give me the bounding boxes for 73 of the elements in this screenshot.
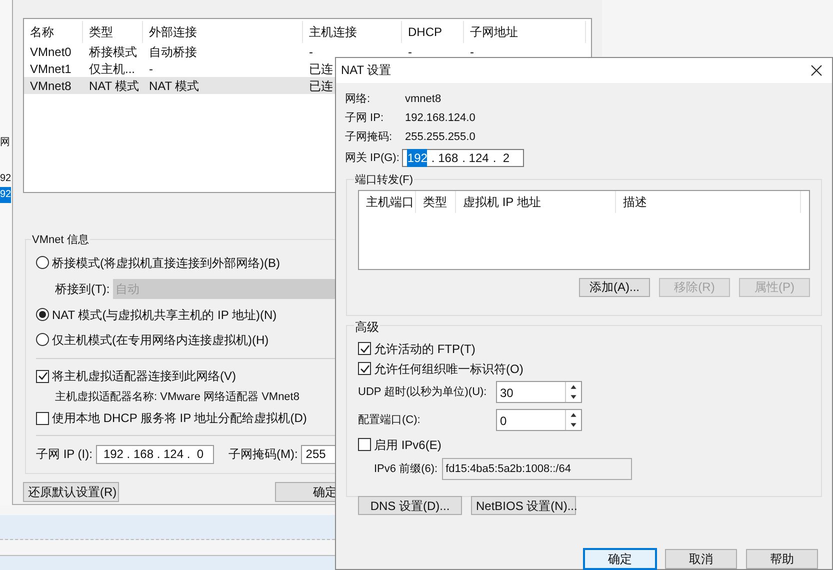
dialog-button[interactable]: 确定 — [584, 549, 656, 569]
checkbox[interactable] — [358, 362, 371, 375]
radio-label: NAT 模式(与虚拟机共享主机的 IP 地址)(N) — [52, 306, 277, 324]
dialog-button[interactable]: 还原默认设置(R) — [23, 482, 119, 502]
table-cell: 自动桥接 — [149, 44, 197, 58]
column-header[interactable]: 子网地址 — [464, 21, 586, 43]
checkbox-label: 允许活动的 FTP(T) — [374, 340, 476, 358]
table-cell: NAT 模式 — [149, 78, 200, 92]
radio-button[interactable] — [36, 256, 49, 269]
dialog-button[interactable]: DNS 设置(D)... — [358, 496, 462, 515]
column-header[interactable]: 名称 — [24, 21, 83, 43]
subnet-ip-field[interactable]: 192 . 168 . 124 . 0 — [96, 444, 214, 464]
info-value: vmnet8 — [405, 92, 442, 108]
dialog-button[interactable]: 取消 — [665, 549, 737, 569]
table-cell: 仅主机... — [89, 62, 136, 76]
info-label: 子网 IP: — [345, 111, 385, 126]
ipv6-prefix-field[interactable]: fd15:4ba5:5a2b:1008::/64 — [442, 458, 632, 480]
radio-label: 桥接模式(将虚拟机直接连接到外部网络)(B) — [52, 254, 280, 272]
list-text: 网 — [0, 136, 10, 150]
checkbox-label: 启用 IPv6(E) — [374, 436, 442, 454]
field-label: 子网掩码(M): — [228, 446, 298, 463]
column-header[interactable]: 类型 — [416, 190, 456, 213]
column-header[interactable]: 主机端口 — [359, 190, 416, 213]
field-label: IPv6 前缀(6): — [374, 462, 438, 477]
table-row[interactable]: VMnet0 桥接模式 自动桥接 - - - — [24, 43, 591, 60]
table-cell: - — [408, 44, 412, 58]
column-header[interactable]: 类型 — [83, 21, 143, 43]
gateway-ip-field[interactable]: 192 . 168 . 124 . 2 — [402, 148, 524, 167]
number-spinner[interactable]: 30 — [496, 381, 582, 403]
group-title: 端口转发(F) — [354, 172, 414, 188]
radio-button[interactable] — [36, 308, 49, 321]
field-label: 子网 IP (I): — [36, 446, 92, 463]
info-value: 192.168.124.0 — [405, 111, 476, 126]
column-header[interactable]: 描述 — [616, 190, 801, 213]
dialog-button[interactable]: 添加(A)... — [579, 278, 650, 297]
table-cell: VMnet0 — [30, 44, 72, 58]
info-label: 网络: — [345, 92, 372, 108]
checkbox[interactable] — [36, 412, 49, 424]
table-cell: 已连 — [309, 78, 333, 92]
column-header[interactable]: 虚拟机 IP 地址 — [456, 190, 616, 213]
field-label: 网关 IP(G): — [345, 150, 400, 166]
checkbox[interactable] — [358, 438, 371, 451]
table-cell: VMnet1 — [30, 62, 72, 76]
column-header[interactable]: 外部连接 — [143, 21, 303, 43]
dialog-button[interactable]: 帮助 — [746, 549, 818, 569]
column-header[interactable]: 主机连接 — [303, 21, 402, 43]
info-label: 子网掩码: — [345, 130, 394, 146]
checkbox-label: 使用本地 DHCP 服务将 IP 地址分配给虚拟机(D) — [52, 410, 307, 427]
radio-button[interactable] — [36, 333, 49, 346]
checkbox-label: 将主机虚拟适配器连接到此网络(V) — [52, 368, 236, 385]
dialog-button[interactable]: NetBIOS 设置(N)... — [471, 496, 576, 515]
column-header[interactable]: DHCP — [402, 21, 464, 43]
table-cell: NAT 模式 — [89, 78, 140, 92]
list-text: 92 — [0, 172, 12, 186]
checkbox-label: 允许任何组织唯一标识符(O) — [374, 360, 524, 378]
number-spinner[interactable]: 0 — [496, 409, 582, 431]
field-label: 配置端口(C): — [358, 412, 422, 428]
adapter-name: 主机虚拟适配器名称: VMware 网络适配器 VMnet8 — [55, 390, 300, 405]
table-cell: - — [149, 62, 153, 76]
radio-label: 仅主机模式(在专用网络内连接虚拟机)(H) — [52, 332, 269, 348]
checkbox[interactable] — [36, 370, 49, 382]
table-cell: - — [470, 44, 474, 58]
table-cell: 桥接模式 — [89, 44, 137, 58]
close-icon[interactable] — [811, 64, 822, 76]
table-cell: 已连 — [309, 62, 333, 76]
field-label: UDP 超时(以秒为单位)(U): — [358, 384, 488, 400]
window-title: NAT 设置 — [341, 62, 392, 80]
table-cell: VMnet8 — [30, 78, 72, 92]
table-cell: - — [309, 44, 313, 58]
list-text: 92 — [0, 187, 12, 203]
field-label: 桥接到(T): — [55, 280, 110, 298]
checkbox[interactable] — [358, 342, 371, 355]
info-value: 255.255.255.0 — [405, 130, 476, 146]
